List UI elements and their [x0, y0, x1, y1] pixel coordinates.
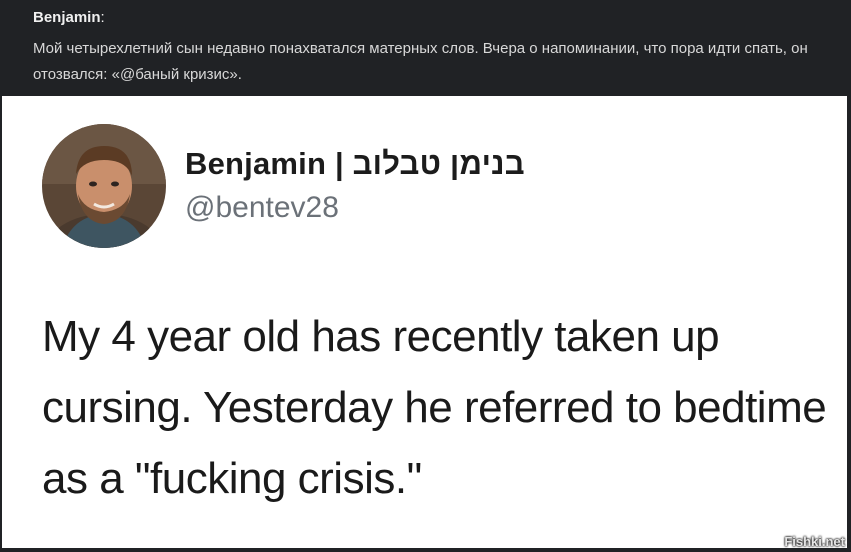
- caption-author-name[interactable]: Benjamin: [33, 9, 101, 26]
- caption-colon: :: [100, 9, 105, 26]
- user-handle[interactable]: @bentev28: [185, 191, 339, 225]
- tweet-text: My 4 year old has recently taken up curs…: [42, 312, 827, 503]
- caption-text: Мой четырехлетний сын недавно понахватал…: [33, 40, 808, 83]
- caption-bar: Benjamin: Мой четырехлетний сын недавно …: [0, 0, 851, 96]
- display-name[interactable]: Benjamin | בנימן טבלוב: [185, 146, 525, 182]
- watermark: Fishki.net: [784, 534, 845, 549]
- avatar: [42, 124, 166, 248]
- tweet-screenshot: Benjamin | בנימן טבלוב @bentev28 My 4 ye…: [2, 96, 847, 548]
- caption-author: Benjamin:: [33, 9, 105, 26]
